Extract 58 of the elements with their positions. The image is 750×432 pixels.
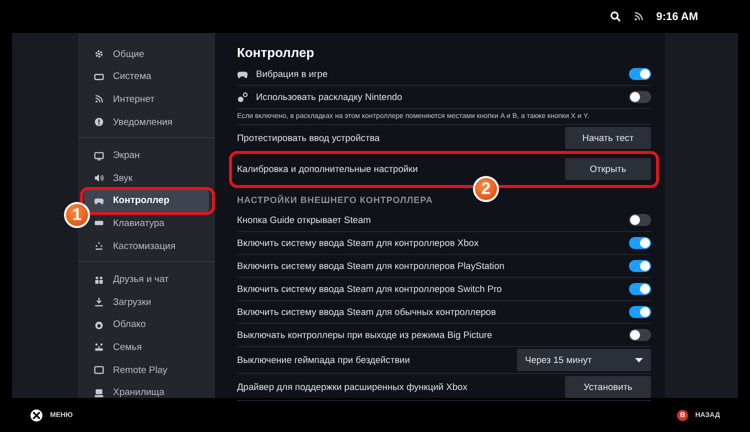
gamepad-icon xyxy=(94,196,104,206)
notification-icon xyxy=(94,117,104,128)
drive-icon xyxy=(94,388,104,398)
clock-time: 9:16 AM xyxy=(656,10,698,22)
buttons-icon xyxy=(237,92,248,102)
wifi-icon[interactable] xyxy=(633,11,644,22)
setting-label: Калибровка и дополнительные настройки xyxy=(237,164,418,174)
gamepad-icon xyxy=(237,68,248,80)
setting-label: Использовать раскладку Nintendo xyxy=(256,92,402,102)
toggle-switch[interactable] xyxy=(629,68,651,80)
setting-label: Драйвер для поддержки расширенных функций Xbox xyxy=(237,382,468,392)
sidebar-item[interactable]: Контроллер xyxy=(84,190,209,212)
sidebar-item[interactable]: Интернет xyxy=(84,88,209,111)
sidebar-item[interactable]: Хранилища xyxy=(84,381,209,404)
gear-icon xyxy=(94,49,104,60)
sidebar-item[interactable]: Remote Play xyxy=(84,358,209,382)
sidebar-item[interactable]: Друзья и чат xyxy=(84,268,209,291)
sidebar-item[interactable]: Система xyxy=(84,66,209,88)
setting-label: Включить систему ввода Steam для контроллеров Xbox xyxy=(237,238,479,248)
screen-icon xyxy=(94,365,104,376)
wifi-icon xyxy=(94,94,104,104)
sidebar-item[interactable]: Общие xyxy=(84,43,209,66)
sidebar-item[interactable]: Звук xyxy=(84,166,209,190)
setting-label: Включить систему ввода Steam для контроллеров PlayStation xyxy=(237,261,504,271)
toggle-switch[interactable] xyxy=(629,237,651,249)
sidebar-item[interactable]: Семья xyxy=(84,336,209,359)
toggle-switch[interactable] xyxy=(629,329,651,341)
toggle-switch[interactable] xyxy=(629,91,651,103)
caret-icon xyxy=(635,358,643,362)
sidebar-item[interactable]: Облако xyxy=(84,314,209,336)
setting-label: Включить систему ввода Steam для обычных контроллеров xyxy=(237,307,496,317)
search-icon[interactable] xyxy=(610,11,622,22)
speaker-icon xyxy=(94,173,104,184)
setting-label: Выключение геймпада при бездействии xyxy=(237,355,410,365)
setting-label: Протестировать ввод устройства xyxy=(237,133,380,143)
download-icon xyxy=(94,297,104,308)
device-icon xyxy=(94,72,104,82)
toggle-switch[interactable] xyxy=(629,306,651,318)
people-icon xyxy=(94,274,104,285)
dropdown[interactable]: Через 15 минут xyxy=(517,349,651,371)
sidebar-item[interactable]: Экран xyxy=(84,144,209,167)
monitor-icon xyxy=(94,150,104,161)
sidebar-item[interactable]: Загрузки xyxy=(84,290,209,314)
action-button[interactable]: Установить xyxy=(565,376,651,398)
sidebar-item[interactable]: Уведомления xyxy=(84,110,209,134)
toggle-switch[interactable] xyxy=(629,283,651,295)
setting-label: Кнопка Guide открывает Steam xyxy=(237,215,371,225)
section-header: НАСТРОЙКИ ВНЕШНЕГО КОНТРОЛЛЕРА xyxy=(237,195,433,205)
setting-label: Включить систему ввода Steam для контроллеров Switch Pro xyxy=(237,284,502,294)
page-title: Контроллер xyxy=(237,44,316,62)
setting-label: Вибрация в игре xyxy=(256,69,328,79)
sidebar-item[interactable]: Кастомизация xyxy=(84,234,209,258)
action-button[interactable]: Начать тест xyxy=(565,127,651,149)
toggle-switch[interactable] xyxy=(629,260,651,272)
toggle-switch[interactable] xyxy=(629,214,651,226)
step-badge: 2 xyxy=(473,176,499,202)
action-button[interactable]: Открыть xyxy=(565,158,651,180)
setting-label: Выключать контроллеры при выходе из режима Big Picture xyxy=(237,330,492,340)
